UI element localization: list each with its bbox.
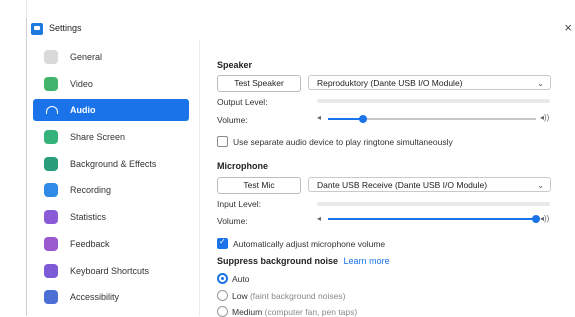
sidebar-item-feedback[interactable]: Feedback <box>33 233 189 255</box>
noise-option-low-hint: (faint background noises) <box>249 291 346 301</box>
sidebar-item-background-effects[interactable]: Background & Effects <box>33 153 189 175</box>
volume-high-icon: ◂)) <box>540 113 550 122</box>
sidebar-item-label: Accessibility <box>70 292 120 303</box>
window-title: Settings <box>49 23 82 33</box>
sidebar-item-recording[interactable]: Recording <box>33 179 189 201</box>
output-level-meter <box>317 99 550 103</box>
keyboard-icon <box>44 263 58 278</box>
auto-adjust-mic-checkbox[interactable] <box>217 237 228 249</box>
microphone-device-value: Dante USB Receive (Dante USB I/O Module) <box>317 180 488 190</box>
noise-option-low-label: Low (faint background noises) <box>232 291 345 301</box>
close-icon[interactable]: × <box>564 20 572 36</box>
noise-suppression-title: Suppress background noise Learn more <box>217 256 390 266</box>
sidebar-item-accessibility[interactable]: Accessibility <box>33 286 189 308</box>
video-icon <box>44 76 58 91</box>
background-icon <box>44 156 58 171</box>
sidebar-item-label: Statistics <box>70 212 107 223</box>
volume-low-icon: ◂ <box>317 113 322 122</box>
noise-option-low-text: Low <box>232 291 248 301</box>
output-level-label: Output Level: <box>217 97 268 107</box>
share-screen-icon <box>44 130 58 145</box>
settings-sidebar: General Video Audio Share Screen Backgro… <box>33 46 189 313</box>
noise-suppression-label: Suppress background noise <box>217 256 339 266</box>
sidebar-divider <box>199 40 200 316</box>
microphone-volume-fill <box>328 218 536 220</box>
volume-high-icon: ◂)) <box>540 214 550 223</box>
sidebar-item-label: Recording <box>70 185 112 196</box>
headphones-icon <box>46 106 58 115</box>
microphone-volume-label: Volume: <box>217 216 248 226</box>
input-level-meter <box>317 202 550 206</box>
sidebar-item-general[interactable]: General <box>33 46 189 68</box>
zoom-app-icon <box>31 23 43 35</box>
feedback-icon <box>44 236 58 251</box>
speaker-volume-label: Volume: <box>217 115 248 125</box>
chevron-down-icon: ⌄ <box>537 79 544 88</box>
volume-low-icon: ◂ <box>317 214 322 223</box>
speaker-volume-fill <box>328 118 364 120</box>
separate-ringtone-label: Use separate audio device to play ringto… <box>233 137 453 147</box>
sidebar-item-label: General <box>70 52 103 62</box>
sidebar-item-label: Audio <box>70 105 96 116</box>
noise-option-auto-label: Auto <box>232 274 250 284</box>
sidebar-item-label: Keyboard Shortcuts <box>70 265 150 276</box>
noise-option-medium-radio[interactable] <box>217 306 228 317</box>
noise-option-auto-radio[interactable] <box>217 273 228 284</box>
sidebar-item-label: Share Screen <box>70 132 126 143</box>
background-desktop-strip <box>0 0 27 316</box>
sidebar-item-audio[interactable]: Audio <box>33 99 189 122</box>
speaker-device-value: Reproduktory (Dante USB I/O Module) <box>317 78 463 88</box>
learn-more-link[interactable]: Learn more <box>344 256 390 266</box>
sidebar-item-statistics[interactable]: Statistics <box>33 206 189 228</box>
settings-window: Settings × General Video Audio Share Scr… <box>26 18 575 317</box>
statistics-icon <box>44 210 58 225</box>
audio-settings-panel: Speaker Test Speaker Reproduktory (Dante… <box>217 18 557 317</box>
sidebar-item-label: Video <box>70 78 93 89</box>
sidebar-item-label: Background & Effects <box>70 158 157 169</box>
microphone-device-select[interactable]: Dante USB Receive (Dante USB I/O Module)… <box>308 177 551 192</box>
sidebar-item-video[interactable]: Video <box>33 73 189 95</box>
auto-adjust-mic-label: Automatically adjust microphone volume <box>233 239 386 249</box>
sidebar-item-share-screen[interactable]: Share Screen <box>33 126 189 148</box>
test-mic-button[interactable]: Test Mic <box>217 177 301 194</box>
separate-ringtone-checkbox[interactable] <box>217 136 228 147</box>
sidebar-item-keyboard-shortcuts[interactable]: Keyboard Shortcuts <box>33 260 189 282</box>
recording-icon <box>44 183 58 198</box>
speaker-device-select[interactable]: Reproduktory (Dante USB I/O Module) ⌄ <box>308 75 551 90</box>
sidebar-item-label: Feedback <box>70 238 110 249</box>
gear-icon <box>44 50 58 64</box>
noise-option-low-radio[interactable] <box>217 290 228 301</box>
microphone-volume-handle[interactable] <box>532 215 540 223</box>
microphone-section-title: Microphone <box>217 161 268 171</box>
speaker-volume-handle[interactable] <box>359 115 368 123</box>
accessibility-icon <box>44 290 58 305</box>
speaker-section-title: Speaker <box>217 60 253 70</box>
chevron-down-icon: ⌄ <box>537 181 544 190</box>
input-level-label: Input Level: <box>217 199 261 209</box>
test-speaker-button[interactable]: Test Speaker <box>217 75 301 92</box>
